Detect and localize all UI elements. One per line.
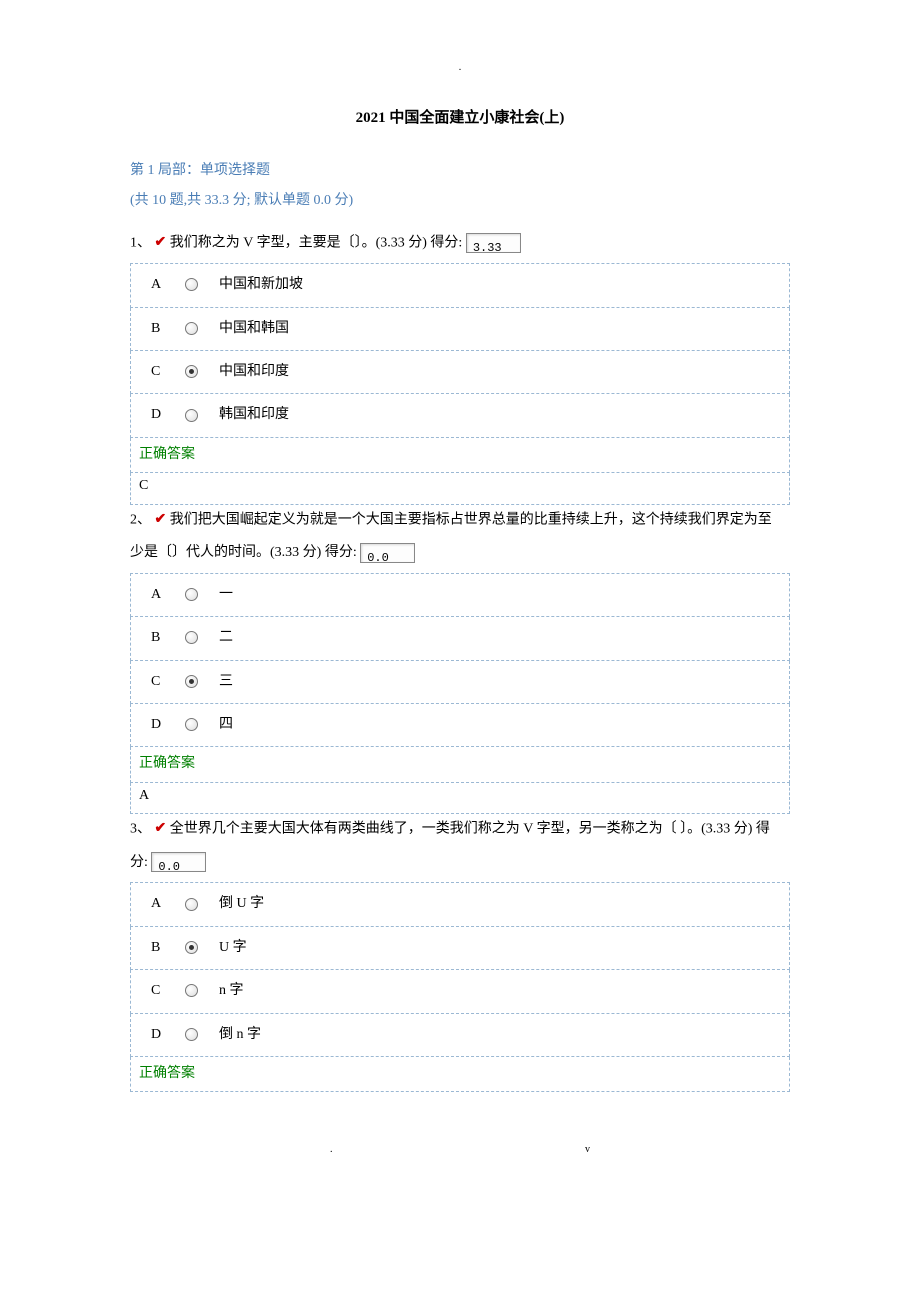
q2-body-2: 少是〔〕代人的时间。(3.33 分)	[130, 545, 325, 560]
section-header: 第 1 局部：单项选择题	[130, 160, 790, 182]
q3-number: 3、	[130, 822, 151, 837]
table-row: C 中国和印度	[131, 350, 790, 393]
opt-letter: B	[151, 937, 181, 959]
q1-options: A 中国和新加坡 B 中国和韩国 C 中国和印度 D 韩国和印度 正确答案 C	[130, 263, 790, 504]
opt-text: 二	[219, 630, 233, 645]
opt-letter: A	[151, 893, 181, 915]
table-row: D 倒 n 字	[131, 1013, 790, 1056]
opt-letter: D	[151, 404, 181, 426]
radio-button[interactable]	[185, 898, 198, 911]
radio-button[interactable]	[185, 675, 198, 688]
section-subheader: (共 10 题,共 33.3 分; 默认单题 0.0 分)	[130, 190, 790, 212]
table-row: B U 字	[131, 926, 790, 969]
check-icon: ✔	[155, 228, 167, 259]
opt-letter: B	[151, 318, 181, 340]
opt-letter: C	[151, 671, 181, 693]
page-footer: . v	[130, 1142, 790, 1158]
opt-letter: C	[151, 361, 181, 383]
radio-button[interactable]	[185, 984, 198, 997]
opt-letter: B	[151, 627, 181, 649]
radio-button[interactable]	[185, 941, 198, 954]
q2-text: 2、 ✔ 我们把大国崛起定义为就是一个大国主要指标占世界总量的比重持续上升，这个…	[130, 505, 790, 536]
q3-body-2: 分:	[130, 855, 148, 870]
table-row: B 二	[131, 617, 790, 660]
score-label: 得分:	[325, 545, 357, 560]
radio-button[interactable]	[185, 588, 198, 601]
q1-number: 1、	[130, 235, 151, 250]
table-row: B 中国和韩国	[131, 307, 790, 350]
q3-text: 3、 ✔ 全世界几个主要大国大体有两类曲线了，一类我们称之为 V 字型，另一类称…	[130, 814, 790, 845]
q2-number: 2、	[130, 512, 151, 527]
opt-text: 三	[219, 674, 233, 689]
opt-letter: C	[151, 980, 181, 1002]
q3-body-1: 全世界几个主要大国大体有两类曲线了，一类我们称之为 V 字型，另一类称之为〔 〕…	[170, 822, 770, 837]
radio-button[interactable]	[185, 1028, 198, 1041]
radio-button[interactable]	[185, 322, 198, 335]
table-row: A 中国和新加坡	[131, 264, 790, 307]
radio-button[interactable]	[185, 409, 198, 422]
opt-text: 四	[219, 717, 233, 732]
opt-text: 中国和韩国	[219, 321, 289, 336]
score-label: 得分:	[430, 235, 462, 250]
q2-options: A 一 B 二 C 三 D 四 正确答案 A	[130, 573, 790, 814]
q1-text: 1、 ✔ 我们称之为 V 字型，主要是〔〕。(3.33 分) 得分: 3.33	[130, 228, 790, 259]
table-row: A 一	[131, 573, 790, 616]
radio-button[interactable]	[185, 718, 198, 731]
answer-label-row: 正确答案	[131, 747, 790, 782]
page-dot-top: .	[130, 60, 790, 76]
opt-text: 倒 n 字	[219, 1027, 261, 1042]
q3-options: A 倒 U 字 B U 字 C n 字 D 倒 n 字 正确答案	[130, 882, 790, 1092]
table-row: D 四	[131, 703, 790, 746]
opt-letter: D	[151, 714, 181, 736]
opt-text: 一	[219, 587, 233, 602]
table-row: C 三	[131, 660, 790, 703]
opt-letter: D	[151, 1024, 181, 1046]
radio-button[interactable]	[185, 365, 198, 378]
footer-page: v	[585, 1142, 590, 1158]
answer-label-row: 正确答案	[131, 437, 790, 472]
q2-body-1: 我们把大国崛起定义为就是一个大国主要指标占世界总量的比重持续上升，这个持续我们界…	[170, 512, 772, 527]
answer-value-row: A	[131, 782, 790, 813]
table-row: D 韩国和印度	[131, 394, 790, 437]
answer-label-row: 正确答案	[131, 1056, 790, 1091]
footer-dot: .	[330, 1142, 333, 1158]
opt-text: 中国和印度	[219, 364, 289, 379]
table-row: A 倒 U 字	[131, 883, 790, 926]
q1-score-box[interactable]: 3.33	[466, 233, 521, 253]
check-icon: ✔	[155, 505, 167, 536]
opt-text: n 字	[219, 983, 244, 998]
page-title: 2021 中国全面建立小康社会(上)	[130, 106, 790, 130]
opt-text: 倒 U 字	[219, 896, 264, 911]
answer-value-row: C	[131, 473, 790, 504]
radio-button[interactable]	[185, 278, 198, 291]
q3-text-cont: 分: 0.0	[130, 848, 790, 879]
opt-text: 中国和新加坡	[219, 277, 303, 292]
opt-text: 韩国和印度	[219, 407, 289, 422]
q2-text-cont: 少是〔〕代人的时间。(3.33 分) 得分: 0.0	[130, 538, 790, 569]
radio-button[interactable]	[185, 631, 198, 644]
q3-score-box[interactable]: 0.0	[151, 852, 206, 872]
q2-score-box[interactable]: 0.0	[360, 543, 415, 563]
opt-letter: A	[151, 584, 181, 606]
table-row: C n 字	[131, 970, 790, 1013]
check-icon: ✔	[155, 814, 167, 845]
opt-text: U 字	[219, 940, 247, 955]
q1-body: 我们称之为 V 字型，主要是〔〕。(3.33 分)	[170, 235, 431, 250]
opt-letter: A	[151, 274, 181, 296]
